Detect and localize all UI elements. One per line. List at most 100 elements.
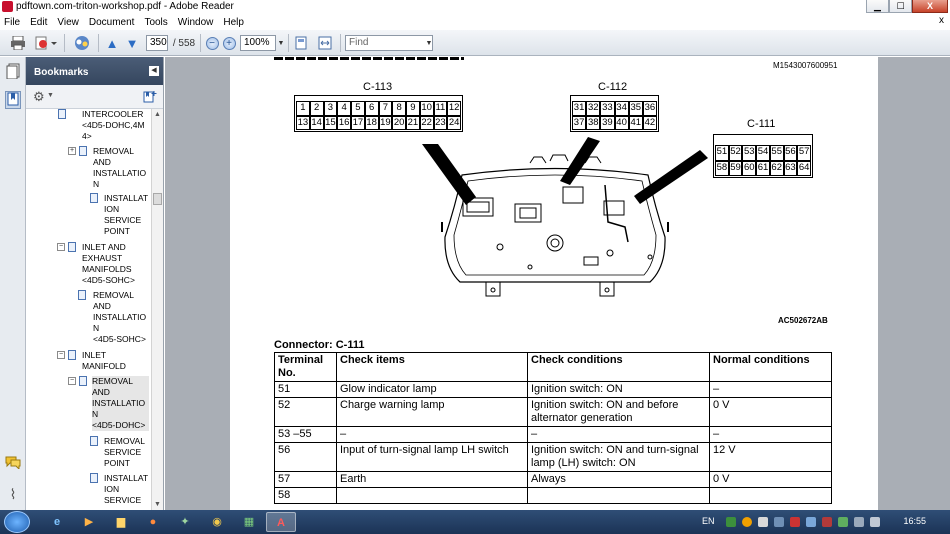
bookmark-label[interactable]: REMOVAL AND INSTALLATIO N <4D5-SOHC> (93, 290, 146, 345)
zoom-out-icon[interactable]: − (204, 34, 220, 52)
next-page-icon[interactable]: ▼ (124, 34, 140, 52)
gear-icon[interactable]: ⚙ (33, 89, 45, 105)
bookmark-label-selected[interactable]: REMOVAL AND INSTALLATIO N <4D5-DOHC> (92, 376, 149, 431)
previous-page-icon[interactable]: ▲ (104, 34, 120, 52)
table-header: Check conditions (527, 352, 710, 382)
bookmarks-tree: INTERCOOLER <4D5-DOHC,4M 4> + REMOVAL AN… (26, 109, 152, 510)
tray-app-icon[interactable] (758, 517, 768, 527)
collaborate-icon[interactable] (70, 34, 94, 52)
internet-explorer-icon[interactable]: e (42, 512, 72, 532)
collapse-toggle-icon[interactable]: − (57, 351, 65, 359)
scroll-thumb[interactable] (153, 193, 162, 205)
bookmarks-scrollbar[interactable]: ▲ ▼ (151, 109, 163, 510)
zoom-input[interactable]: 100% (240, 35, 276, 51)
pages-icon[interactable] (5, 63, 21, 81)
create-pdf-icon[interactable] (34, 34, 58, 52)
media-player-icon[interactable]: ▶ (74, 512, 104, 532)
page-number-input[interactable]: 350 (146, 35, 168, 51)
bookmark-item[interactable]: + (68, 146, 87, 156)
bookmark-page-icon (90, 436, 98, 446)
maximize-button[interactable]: ☐ (889, 0, 912, 13)
menu-document[interactable]: Document (89, 17, 135, 28)
bookmark-label[interactable]: INSTALLAT ION SERVICE POINT (104, 193, 148, 237)
collapse-panel-icon[interactable]: ◀ (149, 66, 159, 76)
minimize-button[interactable]: ▁ (866, 0, 889, 13)
start-button[interactable] (4, 511, 30, 533)
chrome-icon[interactable]: ◉ (202, 512, 232, 532)
bookmarks-title: Bookmarks (34, 67, 89, 78)
bookmark-item[interactable] (90, 436, 98, 446)
expand-toggle-icon[interactable]: + (68, 147, 76, 155)
fit-page-icon[interactable] (292, 34, 310, 52)
tray-app-icon[interactable] (806, 517, 816, 527)
adobe-reader-taskbar-icon[interactable]: A (266, 512, 296, 532)
bookmark-label[interactable]: REMOVAL AND INSTALLATIO N (93, 146, 146, 190)
table-row: 57 Earth Always 0 V (274, 471, 832, 488)
attachments-icon[interactable]: ⌇ (5, 485, 21, 503)
tray-app-icon[interactable] (742, 517, 752, 527)
find-dropdown-icon[interactable]: ▼ (425, 34, 433, 52)
bookmark-label[interactable]: INLET MANIFOLD (82, 350, 126, 372)
print-icon[interactable] (8, 34, 28, 52)
bookmark-label[interactable]: REMOVAL SERVICE POINT (104, 436, 145, 469)
menu-view[interactable]: View (57, 17, 79, 28)
tray-app-icon[interactable] (822, 517, 832, 527)
bookmark-page-icon (79, 146, 87, 156)
file-explorer-icon[interactable]: ▆ (106, 512, 136, 532)
volume-icon[interactable] (870, 517, 880, 527)
bookmark-page-icon (68, 350, 76, 360)
bookmark-page-icon (78, 290, 86, 300)
bookmark-item[interactable] (58, 109, 66, 119)
bookmarks-icon[interactable] (5, 91, 21, 109)
collapse-toggle-icon[interactable]: − (68, 377, 76, 385)
close-button[interactable]: X (912, 0, 948, 13)
new-bookmark-icon[interactable] (143, 90, 157, 106)
collapse-toggle-icon[interactable]: − (57, 243, 65, 251)
network-icon[interactable] (854, 517, 864, 527)
close-document-button[interactable]: x (939, 15, 944, 26)
tray-app-icon[interactable] (790, 517, 800, 527)
language-indicator[interactable]: EN (702, 516, 715, 526)
bookmark-item[interactable] (78, 290, 86, 300)
bookmark-item[interactable]: − (68, 376, 87, 386)
bookmark-item[interactable] (90, 473, 98, 483)
bookmark-label[interactable]: INTERCOOLER <4D5-DOHC,4M 4> (82, 109, 145, 142)
scroll-up-icon[interactable]: ▲ (154, 111, 161, 118)
table-cell: Ignition switch: ON (527, 381, 710, 398)
window-title: pdftown.com-triton-workshop.pdf - Adobe … (16, 1, 234, 12)
table-cell: Always (527, 471, 710, 488)
connector-check-table: Terminal No. Check items Check condition… (274, 352, 832, 504)
bookmark-label[interactable]: INLET AND EXHAUST MANIFOLDS <4D5-SOHC> (82, 242, 135, 286)
menu-file[interactable]: File (4, 17, 20, 28)
menu-tools[interactable]: Tools (144, 17, 167, 28)
spreadsheet-app-icon[interactable]: ▦ (234, 512, 264, 532)
table-cell: 0 V (709, 471, 832, 488)
scroll-down-icon[interactable]: ▼ (154, 501, 161, 508)
network-app-icon[interactable]: ✦ (170, 512, 200, 532)
menu-window[interactable]: Window (178, 17, 214, 28)
table-cell: 51 (274, 381, 337, 398)
menu-help[interactable]: Help (223, 17, 244, 28)
table-cell: – (527, 426, 710, 443)
menu-edit[interactable]: Edit (30, 17, 47, 28)
clock[interactable]: 16:55 (903, 516, 926, 526)
bookmark-page-icon (79, 376, 87, 386)
bookmark-item[interactable]: − (57, 350, 76, 360)
fit-width-icon[interactable] (316, 34, 334, 52)
tray-app-icon[interactable] (726, 517, 736, 527)
comments-icon[interactable] (5, 455, 21, 473)
bookmark-item[interactable] (90, 193, 98, 203)
tray-app-icon[interactable] (774, 517, 784, 527)
table-row: 58 (274, 487, 832, 504)
options-dropdown-icon[interactable]: ▼ (47, 92, 54, 99)
zoom-in-icon[interactable]: + (221, 34, 237, 52)
table-header-row: Terminal No. Check items Check condition… (274, 352, 832, 382)
adobe-reader-icon (2, 1, 13, 12)
firefox-icon[interactable]: ● (138, 512, 168, 532)
bookmark-label[interactable]: INSTALLAT ION SERVICE (104, 473, 148, 506)
zoom-dropdown-icon[interactable]: ▼ (276, 34, 286, 52)
find-input[interactable]: Find (345, 35, 433, 51)
table-cell: Glow indicator lamp (336, 381, 528, 398)
tray-app-icon[interactable] (838, 517, 848, 527)
bookmark-item[interactable]: − (57, 242, 76, 252)
